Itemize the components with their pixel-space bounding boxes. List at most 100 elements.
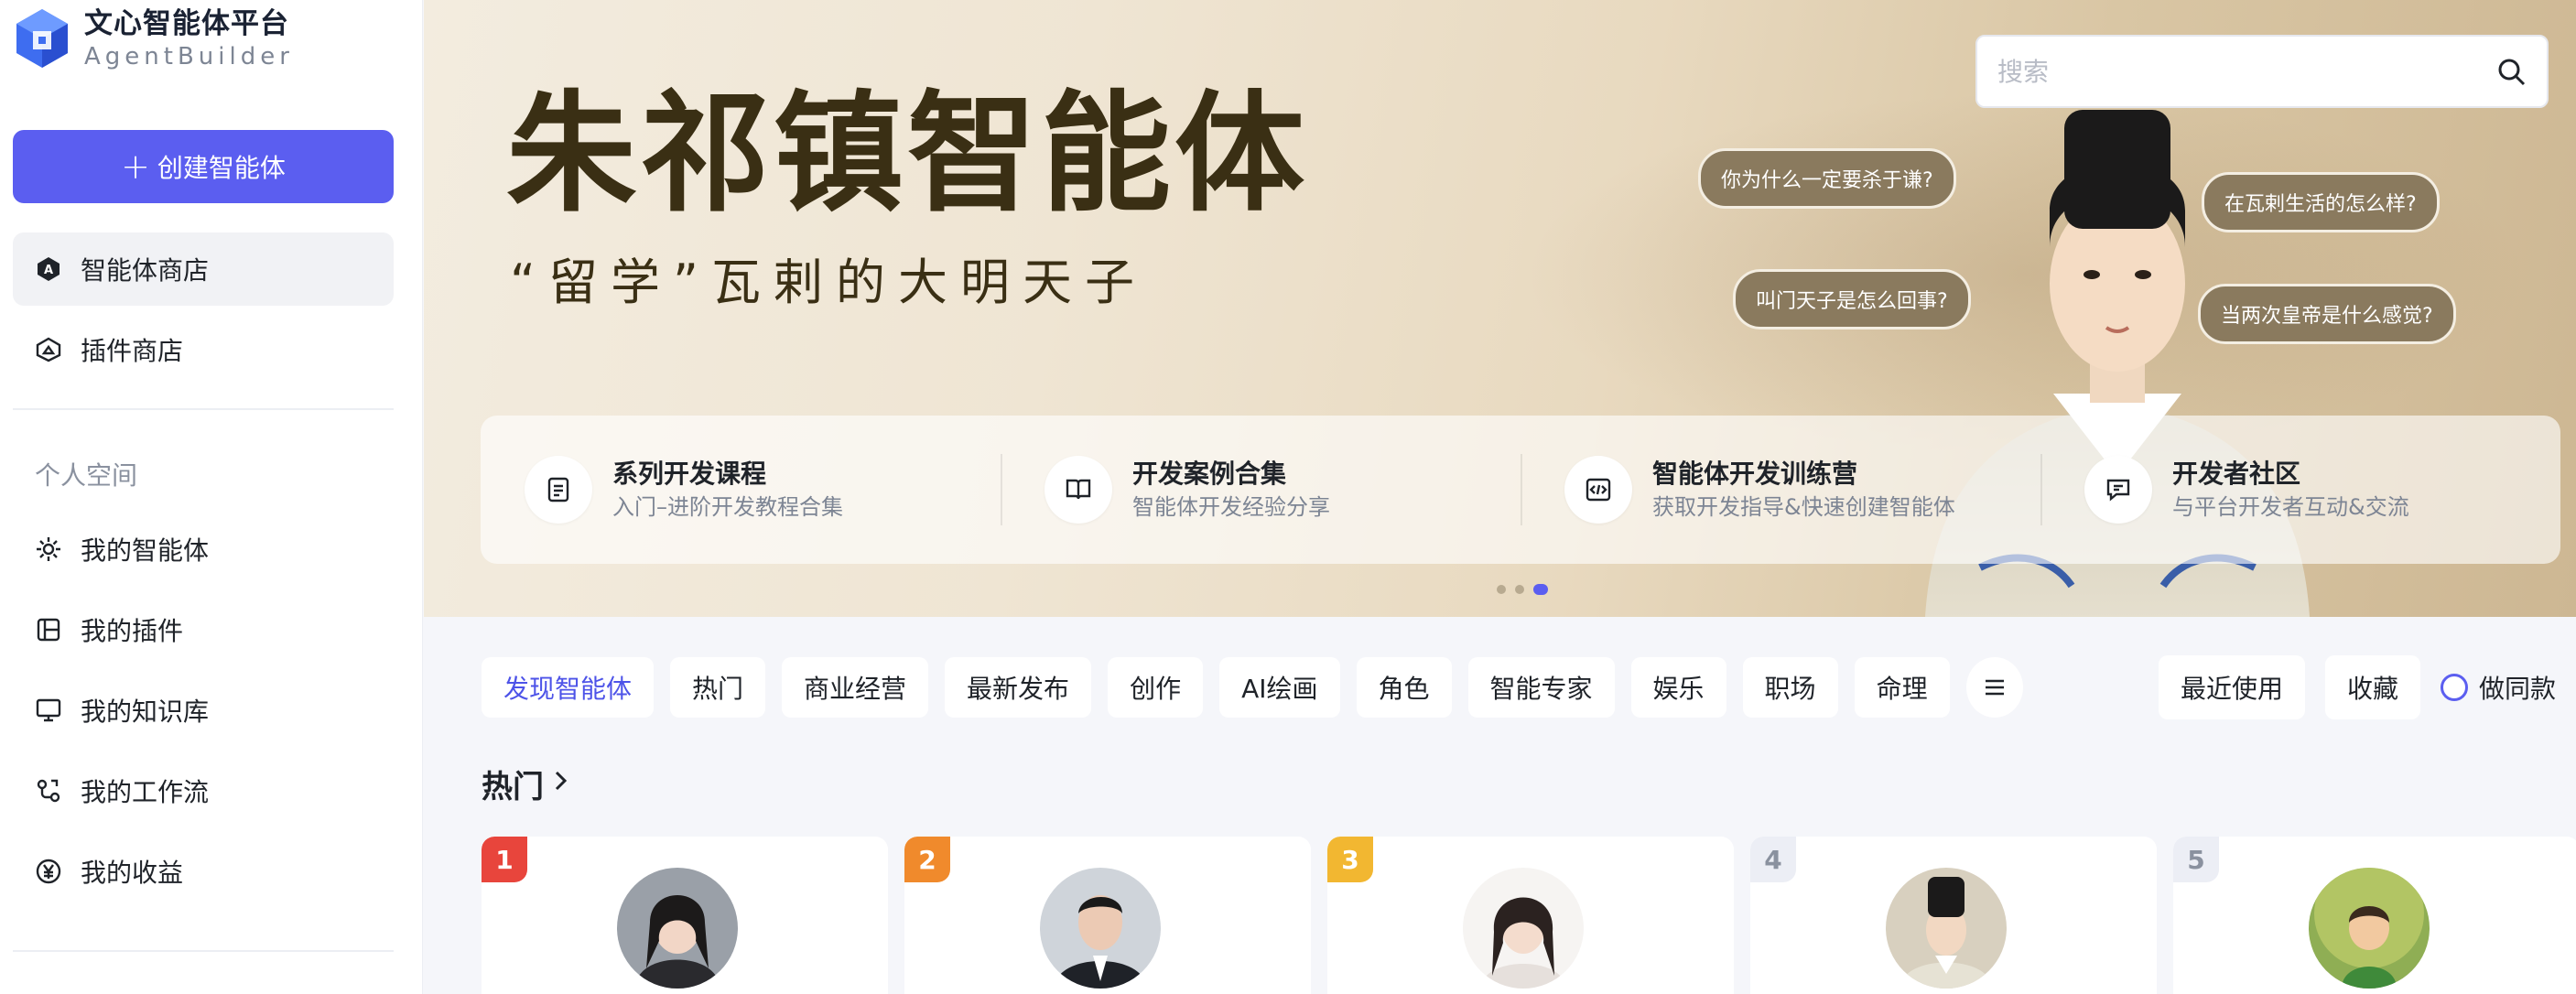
- sidebar-item-my-plugins[interactable]: 我的插件: [13, 593, 394, 666]
- tab-workplace[interactable]: 职场: [1742, 657, 1838, 718]
- hot-section-heading[interactable]: 热门: [482, 762, 571, 806]
- question-bubble[interactable]: 你为什么一定要杀于谦?: [1698, 148, 1956, 209]
- tab-creation[interactable]: 创作: [1108, 657, 1204, 718]
- banner-subtitle: “留学”瓦剌的大明天子: [510, 254, 1147, 311]
- brand-subtitle: AgentBuilder: [84, 43, 294, 70]
- agent-card[interactable]: 2: [904, 837, 1311, 994]
- sidebar-item-my-knowledge[interactable]: 我的知识库: [13, 674, 394, 747]
- tab-discover[interactable]: 发现智能体: [482, 657, 655, 718]
- create-agent-label: 创建智能体: [157, 153, 286, 183]
- make-same-label: 做同款: [2479, 674, 2557, 704]
- rank-badge: 3: [1327, 837, 1373, 882]
- quick-link-courses[interactable]: 系列开发课程 入门–进阶开发教程合集: [481, 416, 1001, 564]
- question-bubble[interactable]: 在瓦剌生活的怎么样?: [2202, 172, 2440, 232]
- agent-card[interactable]: 4: [1750, 837, 2157, 994]
- chevron-right-icon: [551, 766, 571, 803]
- book-icon: [1044, 456, 1112, 524]
- brand-name: 文心智能体平台: [84, 7, 289, 40]
- search-icon[interactable]: [2495, 56, 2527, 87]
- sidebar: 文心智能体平台 AgentBuilder + 创建智能体 A 智能体商店 插件商…: [0, 0, 423, 994]
- sidebar-item-agent-store[interactable]: A 智能体商店: [13, 232, 394, 306]
- category-tabs: 发现智能体 热门 商业经营 最新发布 创作 AI绘画 角色 智能专家 娱乐 职场…: [482, 657, 2023, 718]
- radio-circle-icon: [2441, 674, 2469, 701]
- brand[interactable]: 文心智能体平台 AgentBuilder: [13, 5, 294, 71]
- tab-favorites[interactable]: 收藏: [2325, 655, 2421, 719]
- quick-link-title: 系列开发课程: [612, 459, 767, 489]
- sidebar-item-label: 智能体商店: [81, 255, 210, 286]
- rank-badge: 1: [482, 837, 527, 882]
- sidebar-item-label: 插件商店: [81, 336, 184, 366]
- search-box[interactable]: [1975, 35, 2549, 108]
- carousel-dot-active[interactable]: [1533, 584, 1548, 595]
- agent-card[interactable]: 3: [1327, 837, 1734, 994]
- hero-banner[interactable]: 朱祁镇智能体 “留学”瓦剌的大明天子 你为什么一定要杀于谦? 叫门天子是怎么回事…: [424, 0, 2576, 617]
- store-a-icon: A: [35, 255, 62, 283]
- hot-agent-cards: 1 2 3 4 5: [482, 837, 2576, 994]
- search-input[interactable]: [1997, 56, 2495, 87]
- plus-icon: +: [121, 146, 150, 187]
- avatar: [617, 868, 738, 989]
- more-categories-button[interactable]: [1965, 657, 2023, 718]
- make-same-option[interactable]: 做同款: [2441, 669, 2556, 706]
- question-bubble[interactable]: 当两次皇帝是什么感觉?: [2198, 284, 2456, 344]
- sidebar-item-label: 我的收益: [81, 858, 184, 888]
- user-tabs: 最近使用 收藏 做同款: [2159, 655, 2556, 719]
- workflow-icon: [35, 777, 62, 805]
- quick-link-cases[interactable]: 开发案例合集 智能体开发经验分享: [1001, 416, 1521, 564]
- hexagon-cube-logo: [16, 9, 68, 68]
- sidebar-divider: [13, 950, 394, 952]
- rank-badge: 4: [1750, 837, 1796, 882]
- carousel-dots: [1497, 584, 1548, 595]
- tab-latest[interactable]: 最新发布: [945, 657, 1092, 718]
- carousel-dot[interactable]: [1515, 585, 1524, 594]
- monitor-icon: [35, 697, 62, 724]
- code-icon: [1564, 456, 1632, 524]
- sidebar-item-plugin-store[interactable]: 插件商店: [13, 313, 394, 386]
- quick-link-desc: 获取开发指导&快速创建智能体: [1652, 494, 1955, 520]
- tab-role[interactable]: 角色: [1356, 657, 1452, 718]
- sidebar-item-label: 我的知识库: [81, 697, 210, 727]
- hot-section-title: 热门: [482, 769, 544, 805]
- quick-link-desc: 智能体开发经验分享: [1132, 494, 1330, 520]
- tab-expert[interactable]: 智能专家: [1467, 657, 1615, 718]
- plugin-icon: [35, 616, 62, 643]
- sidebar-item-my-earnings[interactable]: 我的收益: [13, 835, 394, 908]
- svg-text:A: A: [44, 264, 53, 277]
- carousel-dot[interactable]: [1497, 585, 1506, 594]
- tab-ai-painting[interactable]: AI绘画: [1219, 657, 1340, 718]
- sidebar-item-my-workflows[interactable]: 我的工作流: [13, 754, 394, 827]
- agent-card[interactable]: 5: [2173, 837, 2576, 994]
- tab-recent[interactable]: 最近使用: [2159, 655, 2306, 719]
- sidebar-divider: [13, 408, 394, 410]
- avatar: [1886, 868, 2007, 989]
- chat-icon: [2084, 456, 2152, 524]
- quick-link-community[interactable]: 开发者社区 与平台开发者互动&交流: [2040, 416, 2560, 564]
- quick-link-title: 智能体开发训练营: [1652, 459, 1858, 489]
- agent-card[interactable]: 1: [482, 837, 888, 994]
- avatar: [2309, 868, 2430, 989]
- tab-hot[interactable]: 热门: [670, 657, 766, 718]
- rank-badge: 2: [904, 837, 950, 882]
- tab-business[interactable]: 商业经营: [782, 657, 929, 718]
- sidebar-item-label: 我的智能体: [81, 535, 210, 566]
- question-bubble[interactable]: 叫门天子是怎么回事?: [1733, 269, 1971, 330]
- sidebar-item-my-agents[interactable]: 我的智能体: [13, 513, 394, 586]
- tab-entertainment[interactable]: 娱乐: [1630, 657, 1726, 718]
- sidebar-item-label: 我的工作流: [81, 777, 210, 807]
- tab-fortune[interactable]: 命理: [1854, 657, 1950, 718]
- quick-link-desc: 入门–进阶开发教程合集: [612, 494, 843, 520]
- personal-space-heading: 个人空间: [35, 460, 138, 491]
- banner-title: 朱祁镇智能体: [506, 78, 1308, 230]
- avatar: [1463, 868, 1584, 989]
- quick-links-bar: 系列开发课程 入门–进阶开发教程合集 开发案例合集 智能体开发经验分享 智能体开…: [481, 416, 2560, 564]
- avatar: [1040, 868, 1161, 989]
- sparkle-icon: [35, 535, 62, 563]
- sidebar-item-label: 我的插件: [81, 616, 184, 646]
- create-agent-button[interactable]: + 创建智能体: [13, 130, 394, 203]
- document-icon: [525, 456, 592, 524]
- yen-icon: [35, 858, 62, 885]
- quick-link-camp[interactable]: 智能体开发训练营 获取开发指导&快速创建智能体: [1521, 416, 2040, 564]
- quick-link-title: 开发案例合集: [1132, 459, 1287, 489]
- quick-link-desc: 与平台开发者互动&交流: [2172, 494, 2409, 520]
- rank-badge: 5: [2173, 837, 2219, 882]
